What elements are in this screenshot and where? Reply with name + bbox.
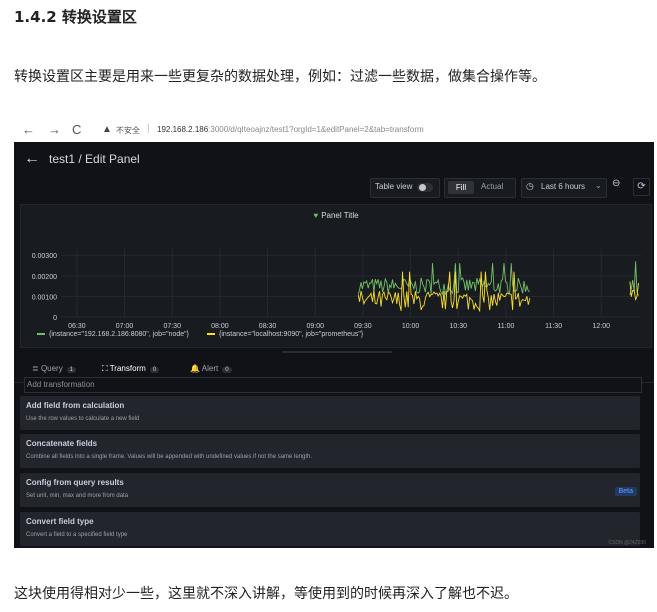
outro-paragraph: 这块使用得相对少一些，这里就不深入讲解，等使用到的时候再深入了解也不迟。 (14, 586, 518, 602)
zoom-out-icon[interactable]: ⊖ (612, 178, 620, 189)
y-tick-label: 0.00100 (32, 294, 57, 301)
tab-transform[interactable]: ⛶ Transform 0 (102, 364, 160, 374)
legend-item-node[interactable]: {instance="192.168.2.186:8080", job="nod… (37, 331, 189, 338)
transformation-card[interactable]: Add field from calculation Use the row v… (20, 396, 640, 430)
tab-label: Transform (109, 364, 146, 373)
card-title: Add field from calculation (26, 401, 125, 410)
legend-swatch-green (37, 333, 45, 336)
table-view-toggle[interactable]: Table view (370, 178, 440, 198)
x-tick-label: 08:00 (211, 323, 229, 330)
x-tick-label: 10:30 (449, 323, 467, 330)
time-range-picker[interactable]: ◷ Last 6 hours ⌄ (521, 178, 607, 198)
series-line-1 (357, 271, 531, 313)
card-title: Convert field type (26, 517, 94, 526)
refresh-icon[interactable]: ⟳ (633, 178, 650, 196)
legend-swatch-yellow (207, 333, 215, 336)
url-separator: | (147, 123, 150, 134)
y-tick-label: 0.00300 (32, 253, 57, 260)
bell-icon: 🔔 (190, 364, 200, 373)
legend-label: {instance="localhost:9090", job="prometh… (219, 331, 364, 338)
watermark: CSDN @24Z030 (608, 540, 646, 546)
fill-actual-switch: Fill Actual (444, 178, 516, 198)
y-tick-label: 0.00200 (32, 274, 57, 281)
tab-query[interactable]: ≣ Query 1 (32, 364, 77, 373)
x-tick-label: 10:00 (402, 323, 420, 330)
back-nav-icon[interactable]: ← (22, 122, 35, 137)
tab-count: 0 (222, 367, 232, 373)
x-tick-label: 09:30 (354, 323, 372, 330)
address-bar[interactable]: 192.168.2.186:3000/d/qIteoajnz/test1?org… (157, 125, 424, 134)
browser-toolbar: ← → C ▲ 不安全 | 192.168.2.186:3000/d/qIteo… (14, 120, 654, 143)
card-description: Use the row values to calculate a new fi… (26, 416, 140, 422)
transformation-card[interactable]: Config from query results Set unit, min,… (20, 473, 640, 507)
y-tick-label: 0 (53, 315, 57, 322)
pane-resize-handle[interactable] (282, 351, 392, 353)
tab-alert[interactable]: 🔔 Alert 0 (190, 364, 232, 373)
card-description: Set unit, min, max and more from data (26, 493, 129, 499)
query-icon: ≣ (32, 364, 39, 373)
actual-button[interactable]: Actual (481, 182, 503, 191)
tab-count: 1 (66, 367, 77, 373)
x-tick-label: 12:00 (593, 323, 611, 330)
beta-badge: Beta (614, 487, 637, 496)
x-tick-label: 09:00 (306, 323, 324, 330)
legend-label: {instance="192.168.2.186:8080", job="nod… (49, 331, 189, 338)
x-tick-label: 06:30 (68, 323, 86, 330)
panel-preview: ♥ Panel Title 0 0.00100 0.00200 0.00300 06:30… (20, 204, 652, 348)
x-tick-label: 11:30 (545, 323, 562, 330)
card-title: Concatenate fields (26, 439, 98, 448)
intro-paragraph: 转换设置区主要是用来一些更复杂的数据处理，例如：过滤一些数据，做集合操作等。 (14, 69, 546, 85)
reload-icon[interactable]: C (72, 122, 81, 137)
time-series-chart: 0 0.00100 0.00200 0.00300 06:30 07:00 07:30 08:… (32, 247, 641, 330)
tab-label: Alert (201, 364, 219, 373)
x-tick-label: 07:30 (163, 323, 181, 330)
series-line-0 (357, 263, 530, 296)
transformation-card[interactable]: Concatenate fields Combine all fields in… (20, 434, 640, 468)
breadcrumb: test1 / Edit Panel (49, 152, 140, 166)
forward-nav-icon[interactable]: → (48, 122, 61, 137)
card-description: Convert a field to a specified field typ… (26, 532, 128, 538)
legend-item-prometheus[interactable]: {instance="localhost:9090", job="prometh… (207, 331, 363, 338)
tab-label: Query (40, 364, 63, 373)
section-heading: 1.4.2 转换设置区 (14, 8, 137, 26)
card-description: Combine all fields into a single frame. … (26, 454, 313, 460)
back-arrow-icon[interactable]: ← (24, 150, 40, 168)
x-tick-label: 08:30 (259, 323, 277, 330)
add-transformation-label: Add transformation (27, 380, 95, 389)
transform-icon: ⛶ (102, 364, 108, 373)
toggle-knob (419, 184, 426, 191)
toggle-switch[interactable] (417, 183, 433, 192)
clock-icon: ◷ (526, 181, 534, 191)
insecure-label: 不安全 (116, 126, 140, 135)
fill-button[interactable]: Fill (448, 181, 474, 194)
x-tick-label: 11:00 (497, 323, 514, 330)
card-title: Config from query results (26, 478, 124, 487)
grafana-edit-panel: ← test1 / Edit Panel Table view Fill Act… (14, 142, 654, 548)
add-transformation-input[interactable]: Add transformation (24, 377, 642, 393)
url-host: 192.168.2.186 (157, 125, 209, 134)
table-view-label: Table view (375, 182, 413, 191)
chevron-down-icon: ⌄ (595, 181, 602, 190)
x-tick-label: 07:00 (116, 323, 134, 330)
url-path: :3000/d/qIteoajnz/test1?orgId=1&editPane… (208, 125, 424, 134)
transformation-card[interactable]: Convert field type Convert a field to a … (20, 512, 640, 546)
warning-icon: ▲ (102, 124, 112, 135)
time-range-label: Last 6 hours (541, 182, 586, 191)
tab-count: 0 (149, 367, 160, 373)
